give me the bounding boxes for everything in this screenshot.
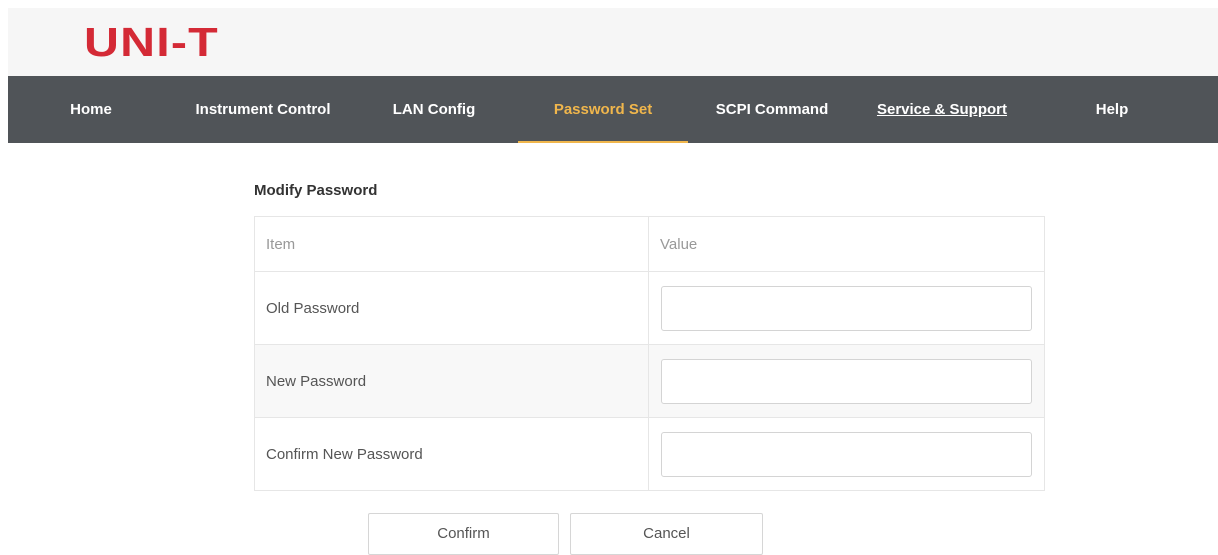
value-cell bbox=[648, 271, 1045, 345]
value-cell bbox=[648, 417, 1045, 491]
password-table: Item Value Old Password New Password Con… bbox=[254, 216, 1045, 491]
section-title: Modify Password bbox=[254, 182, 378, 199]
nav-item-label: Home bbox=[70, 101, 112, 118]
nav-item-password-set[interactable]: Password Set bbox=[518, 76, 688, 143]
nav-item-help[interactable]: Help bbox=[1080, 76, 1144, 143]
table-header-row: Item Value bbox=[254, 216, 1045, 272]
new-password-input[interactable] bbox=[661, 358, 1032, 404]
nav-item-home[interactable]: Home bbox=[50, 76, 132, 143]
old-password-label: Old Password bbox=[254, 271, 649, 345]
nav-item-label: LAN Config bbox=[392, 101, 476, 118]
main-nav: Home Instrument Control LAN Config Passw… bbox=[8, 76, 1218, 143]
header: UNI-T bbox=[8, 8, 1218, 76]
nav-item-label: Password Set bbox=[553, 101, 653, 118]
table-row: New Password bbox=[254, 344, 1045, 418]
nav-item-label: SCPI Command bbox=[715, 101, 829, 118]
new-password-label: New Password bbox=[254, 344, 649, 418]
old-password-input[interactable] bbox=[661, 285, 1032, 331]
nav-item-scpi-command[interactable]: SCPI Command bbox=[706, 76, 838, 143]
nav-item-label: Help bbox=[1095, 101, 1129, 118]
nav-item-lan-config[interactable]: LAN Config bbox=[382, 76, 486, 143]
cancel-button[interactable]: Cancel bbox=[570, 513, 763, 555]
table-row: Old Password bbox=[254, 271, 1045, 345]
column-header-item: Item bbox=[254, 216, 649, 272]
nav-item-service-support[interactable]: Service & Support bbox=[868, 76, 1016, 143]
column-header-value: Value bbox=[648, 216, 1045, 272]
nav-item-label: Service & Support bbox=[876, 101, 1008, 118]
table-row: Confirm New Password bbox=[254, 417, 1045, 491]
value-cell bbox=[648, 344, 1045, 418]
confirm-new-password-label: Confirm New Password bbox=[254, 417, 649, 491]
uni-t-logo: UNI-T bbox=[84, 19, 219, 65]
page: UNI-T Home Instrument Control LAN Config… bbox=[8, 8, 1218, 555]
nav-item-instrument-control[interactable]: Instrument Control bbox=[188, 76, 338, 143]
confirm-button[interactable]: Confirm bbox=[368, 513, 559, 555]
nav-item-label: Instrument Control bbox=[195, 101, 331, 118]
confirm-new-password-input[interactable] bbox=[661, 431, 1032, 477]
